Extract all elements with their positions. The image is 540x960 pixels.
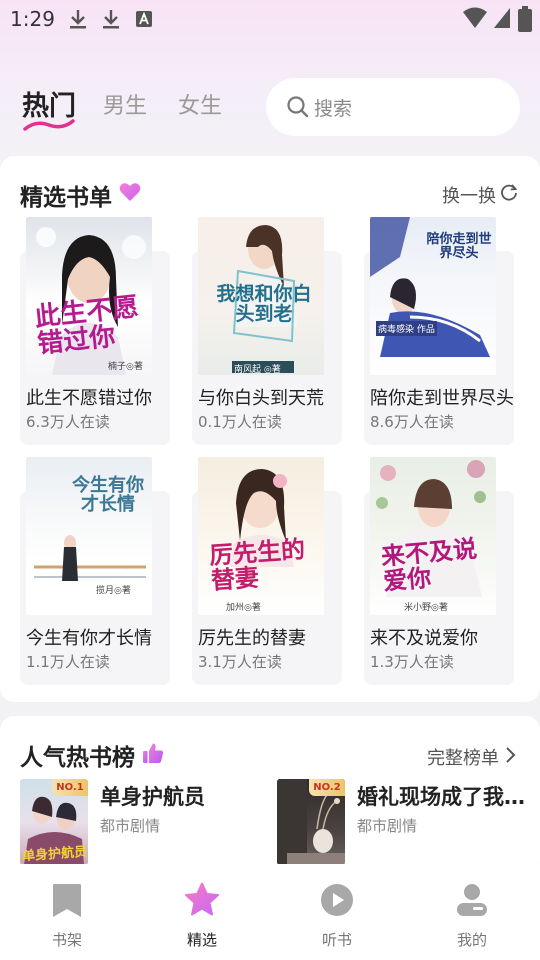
wifi-icon [463, 7, 487, 28]
cover-author: 南风起 ◎著 [234, 365, 281, 375]
signal-icon [494, 8, 510, 28]
thumbs-up-icon [143, 743, 164, 763]
rank-title: 单身护航员 [100, 785, 205, 809]
rank-cover: 单身护航员 NO.1 [20, 779, 88, 865]
book-card[interactable]: 来不及说爱你 米小野◎著 来不及说爱你 1.3万人在读 [364, 457, 514, 685]
cover-title: 陪你走到世界尽头 [426, 232, 492, 261]
book-title: 此生不愿错过你 [26, 388, 152, 409]
rank-genre: 都市剧情 [100, 817, 161, 835]
status-time: 1:29 [10, 7, 55, 31]
cover-title: 厉先生的替妻 [208, 534, 307, 596]
nav-label: 精选 [186, 931, 217, 949]
download-icon [70, 10, 86, 29]
category-tabs: 热门 男生 女生 搜索 [0, 78, 540, 138]
search-icon [287, 96, 309, 118]
nav-bookshelf[interactable]: 书架 [27, 880, 107, 950]
book-card[interactable]: 陪你走到世界尽头 病毒感染 作品 陪你走到世界尽头 8.6万人在读 [364, 217, 514, 445]
status-bar: 1:29 [0, 0, 540, 38]
star-icon [185, 882, 219, 916]
book-cover: 厉先生的替妻 加州◎著 [198, 457, 324, 615]
cover-author: 米小野◎著 [404, 603, 448, 613]
rank-badge: NO.2 [309, 779, 345, 796]
rank-cover: NO.2 [277, 779, 345, 865]
hot-list-title: 人气热书榜 [20, 745, 135, 771]
hot-list-item[interactable]: 单身护航员 NO.1 单身护航员 都市剧情 [20, 779, 260, 865]
full-list-link[interactable]: 完整榜单 [427, 744, 499, 770]
nav-label: 书架 [51, 931, 82, 949]
download-icon [103, 10, 119, 29]
book-cover: 今生有你才长情 揽月◎著 [26, 457, 152, 615]
refresh-icon[interactable] [500, 183, 518, 201]
book-title: 厉先生的替妻 [198, 628, 306, 649]
book-card[interactable]: 此生不愿错过你 楠子◎著 此生不愿错过你 6.3万人在读 [20, 217, 170, 445]
nav-label: 听书 [321, 931, 352, 949]
book-title: 来不及说爱你 [370, 628, 478, 649]
hot-list-panel: 人气热书榜 完整榜单 单身护航员 NO.1 单身护航员 都市剧情 NO.2 婚礼… [0, 716, 540, 876]
book-cover: 我想和你白头到老 南风起 ◎著 [198, 217, 324, 375]
book-card[interactable]: 厉先生的替妻 加州◎著 厉先生的替妻 3.1万人在读 [192, 457, 342, 685]
nav-label: 我的 [456, 931, 487, 949]
book-readers: 6.3万人在读 [26, 413, 110, 431]
cover-author: 病毒感染 作品 [376, 321, 437, 336]
tab-male[interactable]: 男生 [103, 88, 147, 120]
cover-title: 来不及说爱你 [379, 533, 479, 596]
book-readers: 3.1万人在读 [198, 653, 282, 671]
search-placeholder: 搜索 [314, 98, 353, 120]
cover-title: 我想和你白头到老 [216, 283, 312, 325]
cover-author: 加州◎著 [226, 603, 261, 613]
cover-title: 此生不愿错过你 [33, 292, 140, 360]
tab-female[interactable]: 女生 [178, 88, 222, 120]
book-cover: 陪你走到世界尽头 病毒感染 作品 [370, 217, 496, 375]
book-readers: 0.1万人在读 [198, 413, 282, 431]
book-title: 陪你走到世界尽头 [370, 388, 514, 409]
nav-featured[interactable]: 精选 [162, 880, 242, 950]
play-icon [321, 884, 353, 916]
battery-icon [518, 6, 532, 32]
cover-author: 揽月◎著 [96, 586, 131, 596]
chevron-right-icon[interactable] [504, 746, 516, 764]
refresh-button[interactable]: 换一换 [442, 182, 496, 208]
book-card[interactable]: 我想和你白头到老 南风起 ◎著 与你白头到天荒 0.1万人在读 [192, 217, 342, 445]
nav-profile[interactable]: 我的 [432, 880, 512, 950]
text-a-icon [136, 11, 152, 27]
book-readers: 1.1万人在读 [26, 653, 110, 671]
cover-author: 楠子◎著 [108, 362, 143, 372]
book-title: 今生有你才长情 [26, 628, 152, 649]
cover-title: 今生有你才长情 [72, 475, 144, 515]
rank-badge: NO.1 [52, 779, 88, 796]
book-card[interactable]: 今生有你才长情 揽月◎著 今生有你才长情 1.1万人在读 [20, 457, 170, 685]
bottom-navigation: 书架 精选 听书 我的 [0, 864, 540, 960]
featured-title: 精选书单 [20, 185, 112, 211]
rank-genre: 都市剧情 [357, 817, 418, 835]
hot-list-item[interactable]: NO.2 婚礼现场成了我… 都市剧情 [277, 779, 527, 865]
book-readers: 1.3万人在读 [370, 653, 454, 671]
book-readers: 8.6万人在读 [370, 413, 454, 431]
bookmark-icon [53, 884, 81, 917]
book-cover: 来不及说爱你 米小野◎著 [370, 457, 496, 615]
search-box[interactable]: 搜索 [266, 78, 520, 136]
book-title: 与你白头到天荒 [198, 388, 324, 409]
book-cover: 此生不愿错过你 楠子◎著 [26, 217, 152, 375]
featured-booklist-panel: 精选书单 换一换 此生不愿错过你 楠子◎著 此生不愿错过你 6.3万人在读 我想… [0, 156, 540, 702]
tab-active-underline [23, 119, 75, 131]
rank-title: 婚礼现场成了我… [357, 785, 525, 809]
heart-icon [119, 183, 141, 201]
nav-audiobook[interactable]: 听书 [297, 880, 377, 950]
user-icon [457, 884, 487, 916]
